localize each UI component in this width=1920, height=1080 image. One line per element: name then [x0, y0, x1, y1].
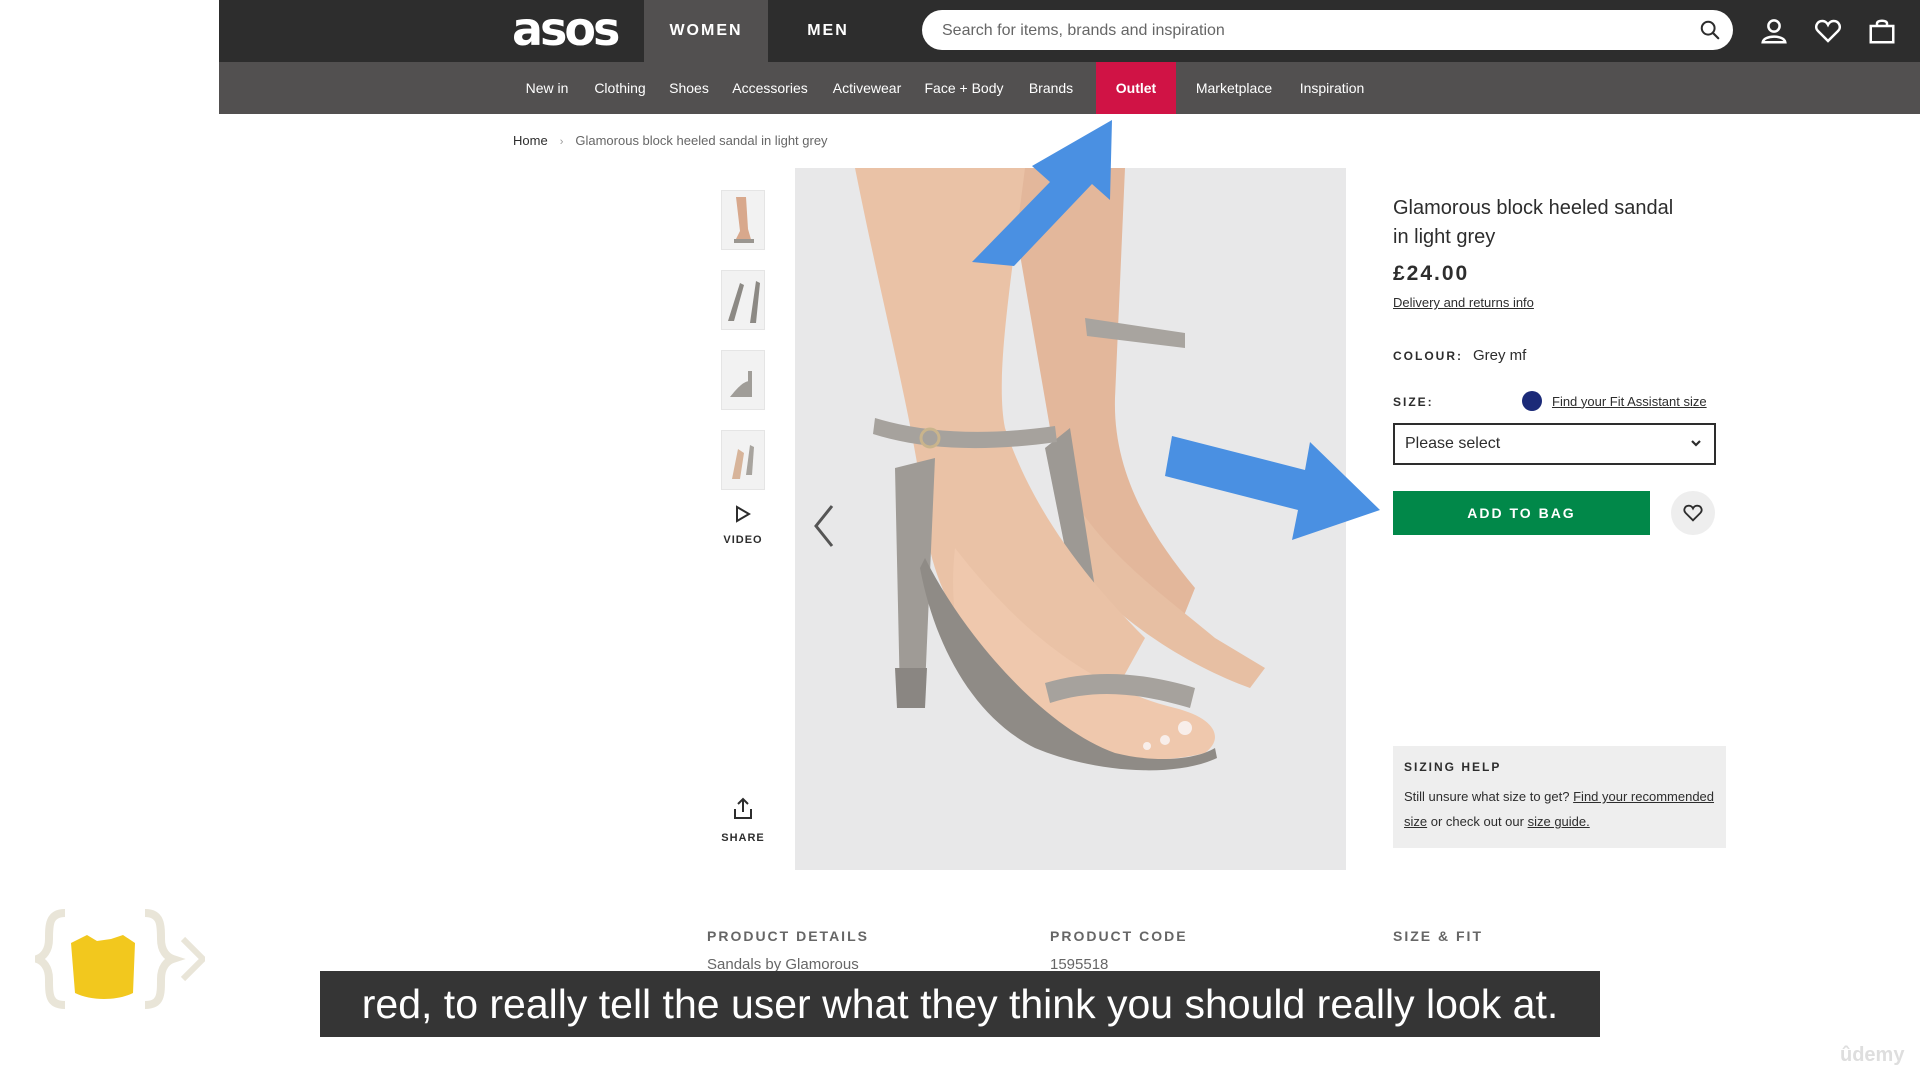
size-label: SIZE: [1393, 395, 1434, 409]
sizing-help-title: SIZING HELP [1404, 760, 1502, 774]
share-button[interactable]: SHARE [713, 797, 773, 853]
fit-assistant-link[interactable]: Find your Fit Assistant size [1552, 394, 1707, 409]
nav-marketplace[interactable]: Marketplace [1186, 62, 1282, 114]
product-price: £24.00 [1393, 262, 1470, 285]
colour-label: COLOUR: [1393, 349, 1463, 363]
product-details-heading: PRODUCT DETAILS [707, 928, 869, 944]
breadcrumb-home[interactable]: Home [513, 133, 548, 148]
sizing-help-text: Still unsure what size to get? Find your… [1404, 784, 1715, 834]
share-label: SHARE [721, 832, 765, 844]
thumbnail-2[interactable] [721, 270, 765, 330]
add-to-bag-button[interactable]: ADD TO BAG [1393, 491, 1650, 535]
subtitle-caption: red, to really tell the user what they t… [320, 971, 1600, 1037]
fit-assistant-icon [1522, 391, 1542, 411]
save-for-later-button[interactable] [1671, 491, 1715, 535]
size-fit-heading: SIZE & FIT [1393, 928, 1483, 944]
thumbnail-4[interactable] [721, 430, 765, 490]
play-icon [736, 505, 751, 523]
colour-row: COLOUR: Grey mf [1393, 347, 1526, 364]
size-guide-link[interactable]: size guide. [1528, 814, 1590, 829]
colour-value: Grey mf [1473, 347, 1527, 364]
breadcrumb: Home › Glamorous block heeled sandal in li… [513, 133, 828, 148]
asos-logo[interactable]: asos [512, 4, 632, 54]
product-title: Glamorous block heeled sandal in light g… [1393, 197, 1674, 248]
nav-clothing[interactable]: Clothing [586, 62, 654, 114]
heart-icon [1683, 504, 1703, 522]
course-logo [35, 909, 205, 1009]
account-icon[interactable] [1759, 16, 1789, 46]
sizing-help-prefix: Still unsure what size to get? [1404, 789, 1570, 804]
prev-image-arrow[interactable] [810, 500, 838, 552]
sizing-help-box: SIZING HELP Still unsure what size to ge… [1393, 746, 1726, 848]
nav-activewear[interactable]: Activewear [824, 62, 910, 114]
video-label: VIDEO [723, 534, 763, 546]
video-button[interactable]: VIDEO [718, 505, 768, 557]
nav-inspiration[interactable]: Inspiration [1290, 62, 1374, 114]
nav-new-in[interactable]: New in [516, 62, 578, 114]
bag-icon[interactable] [1867, 16, 1897, 46]
delivery-returns-link[interactable]: Delivery and returns info [1393, 295, 1534, 310]
chevron-down-icon [1691, 440, 1701, 447]
breadcrumb-current: Glamorous block heeled sandal in light g… [575, 133, 828, 148]
nav-shoes[interactable]: Shoes [662, 62, 716, 114]
search-bar [922, 10, 1733, 52]
thumbnail-1[interactable] [721, 190, 765, 250]
udemy-watermark: ûdemy [1840, 1044, 1905, 1066]
nav-outlet[interactable]: Outlet [1096, 62, 1176, 114]
breadcrumb-separator: › [559, 136, 564, 148]
fit-assistant[interactable]: Find your Fit Assistant size [1522, 391, 1707, 411]
search-icon[interactable] [1699, 19, 1721, 41]
tab-men[interactable]: MEN [768, 0, 888, 62]
size-select[interactable]: Please select [1393, 423, 1716, 465]
search-input[interactable] [940, 10, 1684, 52]
size-select-value: Please select [1405, 435, 1501, 452]
nav-face-body[interactable]: Face + Body [918, 62, 1010, 114]
share-icon [734, 797, 752, 819]
tab-women[interactable]: WOMEN [644, 0, 768, 62]
nav-accessories[interactable]: Accessories [723, 62, 817, 114]
sizing-help-middle: or check out our [1430, 814, 1524, 829]
thumbnail-3[interactable] [721, 350, 765, 410]
nav-brands[interactable]: Brands [1018, 62, 1084, 114]
product-code-heading: PRODUCT CODE [1050, 928, 1188, 944]
product-image[interactable] [795, 168, 1346, 870]
wishlist-icon[interactable] [1813, 16, 1843, 46]
